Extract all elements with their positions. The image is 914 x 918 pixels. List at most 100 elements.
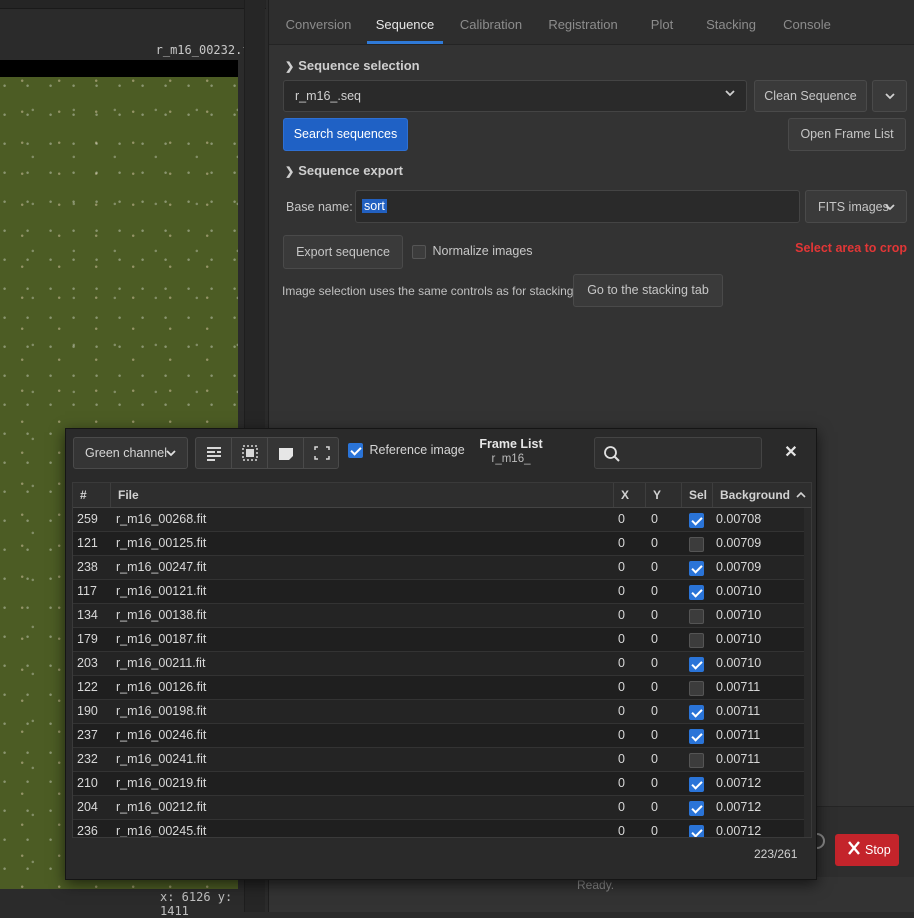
frame-number: 236 [77, 824, 98, 838]
table-row[interactable]: 122 r_m16_00126.fit 0 0 0.00711 [73, 676, 811, 700]
frame-select-checkbox[interactable] [689, 560, 704, 577]
tab-console[interactable]: Console [777, 0, 837, 44]
frame-select-checkbox[interactable] [689, 656, 704, 673]
frame-select-checkbox[interactable] [689, 752, 704, 769]
note-icon[interactable] [268, 438, 304, 468]
sequence-export-header[interactable]: ❯ Sequence export [285, 163, 403, 178]
frame-y: 0 [651, 632, 658, 646]
open-frame-list-button[interactable]: Open Frame List [788, 118, 906, 151]
frame-x: 0 [618, 512, 625, 526]
frame-y: 0 [651, 704, 658, 718]
frame-list-toolbar: Green channel Reference image Frame List… [66, 429, 816, 479]
close-icon[interactable]: ✕ [780, 443, 802, 465]
frame-file: r_m16_00125.fit [116, 536, 207, 550]
chevron-down-icon [724, 87, 736, 102]
column-header-number[interactable]: # [73, 483, 111, 507]
frame-x: 0 [618, 560, 625, 574]
frame-x: 0 [618, 824, 625, 838]
tab-plot[interactable]: Plot [639, 0, 685, 44]
frame-list-title: Frame List r_m16_ [479, 437, 543, 465]
search-sequences-button[interactable]: Search sequences [283, 118, 408, 151]
tab-stacking[interactable]: Stacking [699, 0, 763, 44]
sequence-select[interactable]: r_m16_.seq [283, 80, 747, 112]
tab-registration[interactable]: Registration [543, 0, 623, 44]
clean-sequence-button[interactable]: Clean Sequence [754, 80, 867, 112]
column-header-file[interactable]: File [111, 483, 614, 507]
tab-calibration[interactable]: Calibration [454, 0, 528, 44]
frame-select-checkbox[interactable] [689, 536, 704, 553]
frame-select-checkbox[interactable] [689, 608, 704, 625]
table-row[interactable]: 134 r_m16_00138.fit 0 0 0.00710 [73, 604, 811, 628]
clean-options-dropdown[interactable] [872, 80, 907, 112]
base-name-input[interactable]: sort [355, 190, 800, 223]
frame-number: 204 [77, 800, 98, 814]
channel-select[interactable]: Green channel [73, 437, 188, 469]
crop-hint: Select area to crop [795, 241, 907, 255]
column-header-y[interactable]: Y [646, 483, 682, 507]
frame-select-checkbox[interactable] [689, 800, 704, 817]
frame-x: 0 [618, 536, 625, 550]
column-header-x[interactable]: X [614, 483, 646, 507]
checkbox-icon [689, 801, 704, 817]
table-row[interactable]: 179 r_m16_00187.fit 0 0 0.00710 [73, 628, 811, 652]
checkbox-icon [689, 657, 704, 673]
select-area-icon[interactable] [232, 438, 268, 468]
list-view-icon[interactable] [196, 438, 232, 468]
checkbox-icon [689, 513, 704, 529]
frame-select-checkbox[interactable] [689, 824, 704, 837]
chevron-down-icon: ❯ [285, 166, 295, 178]
frame-select-checkbox[interactable] [689, 680, 704, 697]
column-header-sel[interactable]: Sel [682, 483, 713, 507]
stop-button[interactable]: Stop [835, 834, 899, 866]
frame-file: r_m16_00212.fit [116, 800, 207, 814]
frame-background: 0.00710 [716, 608, 762, 622]
export-sequence-button[interactable]: Export sequence [283, 235, 403, 269]
frame-file: r_m16_00241.fit [116, 752, 207, 766]
frame-x: 0 [618, 728, 625, 742]
table-row[interactable]: 238 r_m16_00247.fit 0 0 0.00709 [73, 556, 811, 580]
frame-select-checkbox[interactable] [689, 584, 704, 601]
table-row[interactable]: 210 r_m16_00219.fit 0 0 0.00712 [73, 772, 811, 796]
selected-count: 223/261 [754, 847, 798, 861]
checkbox-icon [689, 633, 704, 649]
table-row[interactable]: 203 r_m16_00211.fit 0 0 0.00710 [73, 652, 811, 676]
frame-y: 0 [651, 824, 658, 838]
frame-select-checkbox[interactable] [689, 776, 704, 793]
table-row[interactable]: 259 r_m16_00268.fit 0 0 0.00708 [73, 508, 811, 532]
tab-conversion[interactable]: Conversion [275, 0, 362, 44]
frame-select-checkbox[interactable] [689, 512, 704, 529]
frame-number: 190 [77, 704, 98, 718]
tab-sequence[interactable]: Sequence [367, 0, 443, 44]
normalize-images-checkbox[interactable]: Normalize images [412, 244, 533, 259]
go-to-stacking-tab-button[interactable]: Go to the stacking tab [573, 274, 723, 307]
frame-file: r_m16_00198.fit [116, 704, 207, 718]
table-row[interactable]: 232 r_m16_00241.fit 0 0 0.00711 [73, 748, 811, 772]
view-options-group [195, 437, 339, 469]
sort-ascending-icon [796, 488, 806, 502]
sequence-selection-header[interactable]: ❯ Sequence selection [285, 58, 420, 73]
column-header-background[interactable]: Background [713, 483, 811, 507]
table-row[interactable]: 121 r_m16_00125.fit 0 0 0.00709 [73, 532, 811, 556]
reference-image-checkbox[interactable]: Reference image [348, 443, 465, 459]
table-scrollbar[interactable] [804, 508, 811, 837]
checkbox-icon [689, 537, 704, 553]
fullscreen-icon[interactable] [304, 438, 340, 468]
table-row[interactable]: 237 r_m16_00246.fit 0 0 0.00711 [73, 724, 811, 748]
frame-y: 0 [651, 656, 658, 670]
frame-background: 0.00712 [716, 824, 762, 838]
frame-select-checkbox[interactable] [689, 632, 704, 649]
frame-x: 0 [618, 608, 625, 622]
frame-table: # File X Y Sel Background 259 r_m16_00268… [72, 482, 812, 838]
frame-y: 0 [651, 536, 658, 550]
frame-search-input[interactable] [594, 437, 762, 469]
export-format-select[interactable]: FITS images [805, 190, 907, 223]
frame-background: 0.00709 [716, 536, 762, 550]
frame-file: r_m16_00187.fit [116, 632, 207, 646]
table-row[interactable]: 117 r_m16_00121.fit 0 0 0.00710 [73, 580, 811, 604]
table-row[interactable]: 204 r_m16_00212.fit 0 0 0.00712 [73, 796, 811, 820]
frame-number: 117 [77, 584, 97, 598]
frame-select-checkbox[interactable] [689, 728, 704, 745]
table-row[interactable]: 190 r_m16_00198.fit 0 0 0.00711 [73, 700, 811, 724]
frame-select-checkbox[interactable] [689, 704, 704, 721]
table-row[interactable]: 236 r_m16_00245.fit 0 0 0.00712 [73, 820, 811, 838]
